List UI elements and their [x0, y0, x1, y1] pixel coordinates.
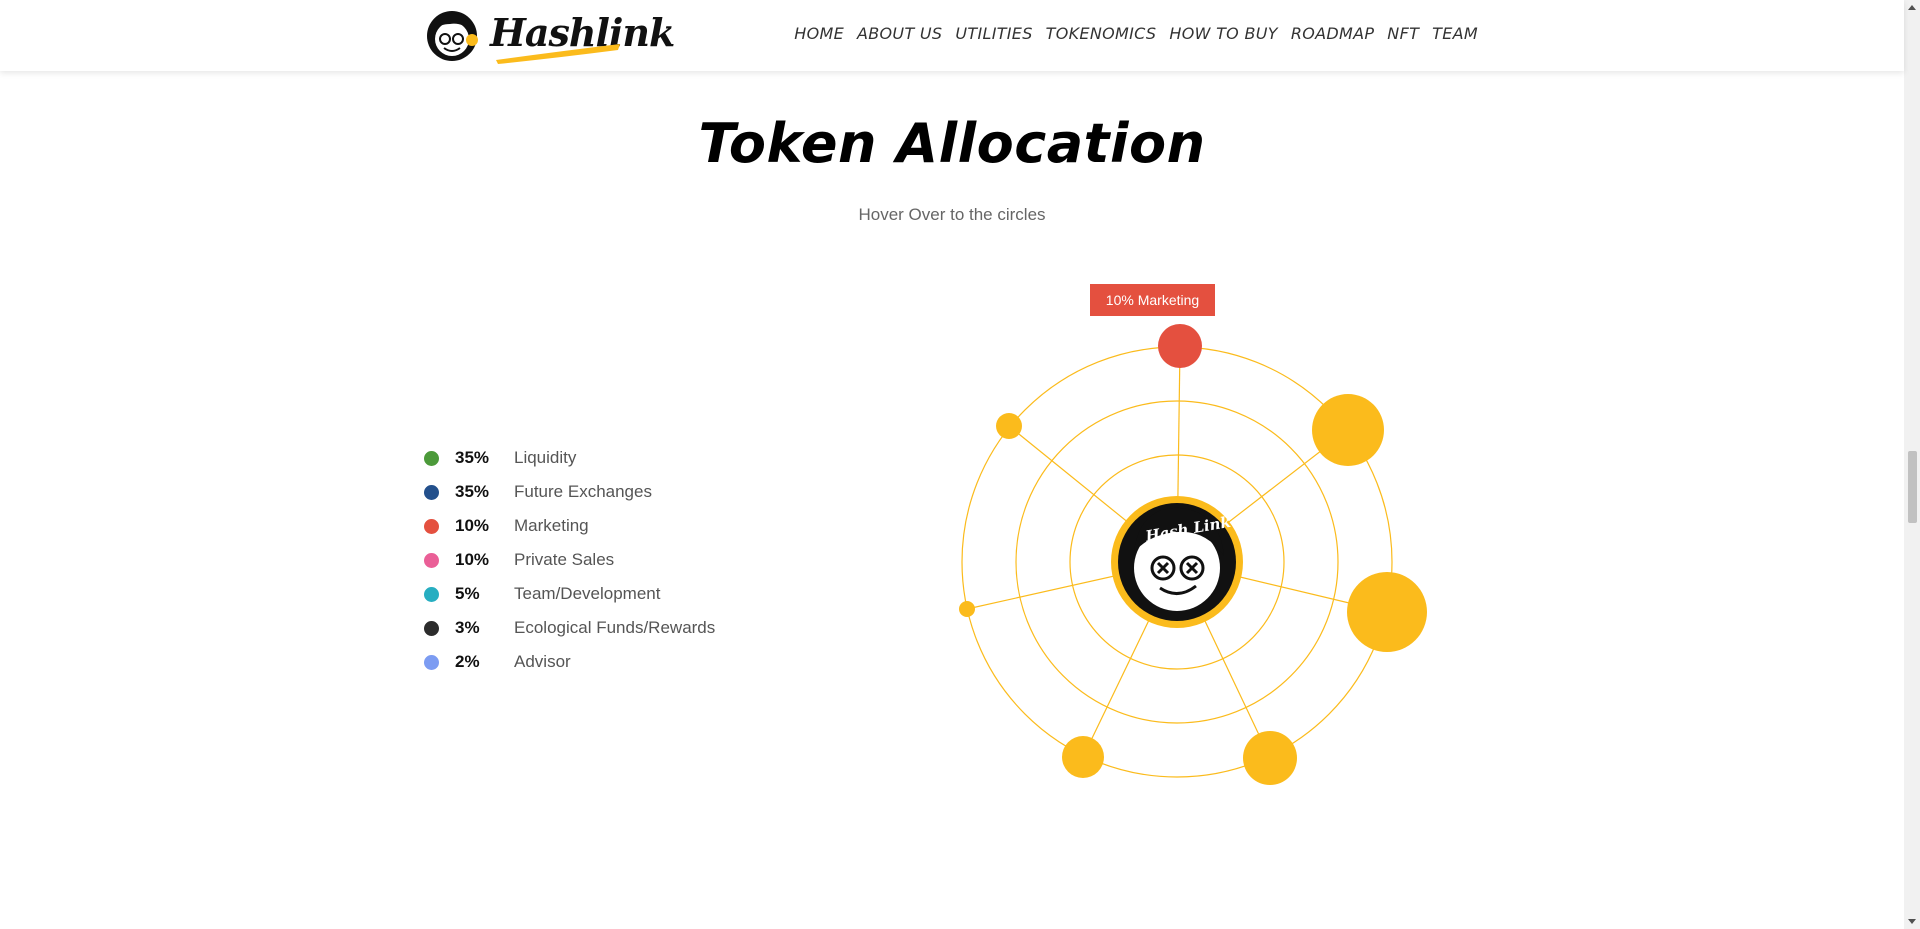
bubble-marketing[interactable]	[1158, 324, 1202, 368]
nav-how-to-buy[interactable]: HOW TO BUY	[1169, 24, 1277, 43]
scroll-down-arrow-icon[interactable]	[1908, 919, 1916, 924]
center-logo: Hash Link	[1111, 496, 1243, 628]
page-scrollbar[interactable]	[1904, 0, 1920, 929]
mascot-icon	[427, 11, 478, 61]
bubble-liquidity[interactable]	[1312, 394, 1384, 466]
bubble-ecological-funds-rewards[interactable]	[996, 413, 1022, 439]
nav-about-us[interactable]: ABOUT US	[857, 24, 942, 43]
nav-nft[interactable]: NFT	[1387, 24, 1419, 43]
scroll-up-arrow-icon[interactable]	[1908, 5, 1916, 10]
nav-home[interactable]: HOME	[794, 24, 844, 43]
nav-team[interactable]: TEAM	[1432, 24, 1478, 43]
scroll-thumb[interactable]	[1908, 451, 1917, 523]
nav-utilities[interactable]: UTILITIES	[955, 24, 1032, 43]
bubble-private-sales[interactable]	[1062, 736, 1104, 778]
bubble-future-exchanges[interactable]	[1347, 572, 1427, 652]
nav-tokenomics[interactable]: TOKENOMICS	[1046, 24, 1157, 43]
allocation-orbit-chart: Hash Link	[959, 324, 1427, 785]
logo-swoosh-icon	[496, 44, 620, 64]
main-nav: HOME ABOUT US UTILITIES TOKENOMICS HOW T…	[781, 24, 1478, 43]
brand-logo[interactable]: Hashlink	[426, 8, 675, 64]
bubble-team-development[interactable]	[1243, 731, 1297, 785]
nav-roadmap[interactable]: ROADMAP	[1291, 24, 1374, 43]
navbar: Hashlink HOME ABOUT US UTILITIES TOKENOM…	[0, 0, 1904, 71]
bubble-advisor[interactable]	[959, 601, 975, 617]
marketing-tooltip: 10% Marketing	[1090, 284, 1215, 316]
